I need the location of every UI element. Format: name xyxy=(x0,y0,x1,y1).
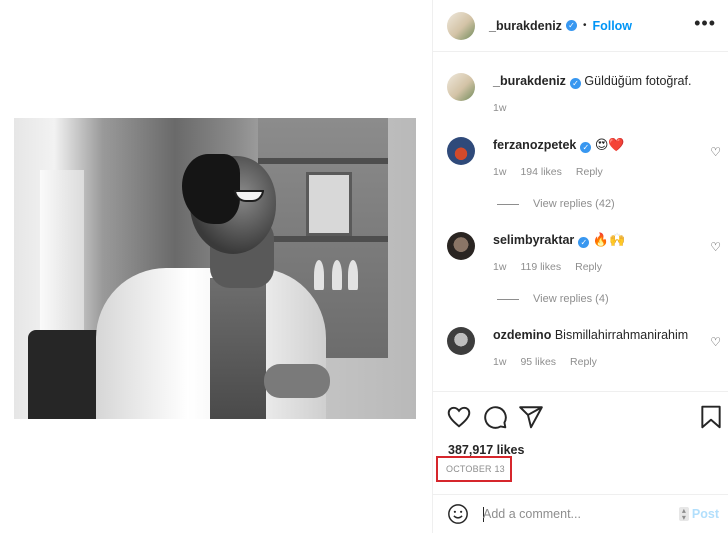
view-replies-label[interactable]: View replies (42) xyxy=(533,198,615,210)
photo-hand xyxy=(264,364,330,398)
comment-text: Bismillahirrahmanirahim xyxy=(554,328,689,342)
verified-badge-icon: ✓ xyxy=(578,237,590,248)
comment-username[interactable]: ozdemino xyxy=(493,328,551,342)
comments-list[interactable]: _burakdeniz ✓ Güldüğüm fotoğraf. 1w ferza… xyxy=(433,53,728,391)
author-username[interactable]: _burakdeniz xyxy=(489,19,562,33)
comment-text: 🔥🙌 xyxy=(592,232,626,247)
post-header: _burakdeniz ✓ • Follow ••• xyxy=(433,0,728,52)
verified-badge-icon: ✓ xyxy=(565,20,577,31)
verified-badge-icon: ✓ xyxy=(569,78,581,89)
comment-likes[interactable]: 95 likes xyxy=(520,356,556,368)
replies-divider xyxy=(497,203,519,205)
post-comment-label[interactable]: Post xyxy=(692,507,719,521)
caption-username[interactable]: _burakdeniz xyxy=(493,74,566,88)
commenter-avatar[interactable] xyxy=(447,327,475,355)
smiley-icon[interactable] xyxy=(447,503,469,525)
comment-input[interactable] xyxy=(483,504,663,524)
bookmark-icon[interactable] xyxy=(698,404,724,430)
comment-heart-icon[interactable]: ♡ xyxy=(710,335,721,349)
likes-count[interactable]: 387,917 likes xyxy=(448,443,524,457)
reply-button[interactable]: Reply xyxy=(570,356,597,368)
comment-heart-icon[interactable]: ♡ xyxy=(710,240,721,254)
post-comment-button[interactable]: ▴ ▾ Post xyxy=(678,507,719,522)
comment-likes[interactable]: 119 likes xyxy=(520,261,561,273)
photo-chest xyxy=(210,278,266,419)
caption-time[interactable]: 1w xyxy=(493,102,506,114)
verified-badge-icon: ✓ xyxy=(580,142,592,153)
input-toggle-icon: ▴ ▾ xyxy=(678,507,689,522)
comment-icon[interactable] xyxy=(482,404,508,430)
comment-likes[interactable]: 194 likes xyxy=(520,166,561,178)
reply-button[interactable]: Reply xyxy=(576,166,603,178)
comment-time[interactable]: 1w xyxy=(493,166,506,178)
comment-heart-icon[interactable]: ♡ xyxy=(710,145,721,159)
comment-username[interactable]: selimbyraktar xyxy=(493,233,574,247)
paper-plane-icon[interactable] xyxy=(518,404,544,430)
add-comment-bar: ▴▾ Post xyxy=(433,494,728,533)
commenter-avatar[interactable] xyxy=(447,137,475,165)
caption-text: Güldüğüm fotoğraf. xyxy=(584,74,692,88)
comment-text: 😍❤️ xyxy=(594,137,625,152)
follow-button[interactable]: Follow xyxy=(592,19,632,33)
post-media xyxy=(0,0,432,533)
post-date[interactable]: OCTOBER 13 xyxy=(436,456,512,482)
post-photo[interactable] xyxy=(14,118,416,419)
post-side-panel: _burakdeniz ✓ • Follow ••• _burakdeniz ✓ … xyxy=(432,0,728,533)
author-avatar[interactable] xyxy=(447,73,475,101)
comment-username[interactable]: ferzanozpetek xyxy=(493,138,576,152)
post-actions xyxy=(433,391,728,441)
view-replies-label[interactable]: View replies (4) xyxy=(533,293,609,305)
comment-time[interactable]: 1w xyxy=(493,261,506,273)
view-replies[interactable]: View replies (42) xyxy=(497,198,615,210)
commenter-avatar[interactable] xyxy=(447,232,475,260)
comment-time[interactable]: 1w xyxy=(493,356,506,368)
author-avatar[interactable] xyxy=(447,11,475,40)
reply-button[interactable]: Reply xyxy=(575,261,602,273)
view-replies[interactable]: View replies (4) xyxy=(497,293,609,305)
separator-dot: • xyxy=(582,20,587,31)
photo-chair xyxy=(28,330,106,419)
heart-icon[interactable] xyxy=(446,404,472,430)
replies-divider xyxy=(497,298,519,300)
more-options-icon[interactable]: ••• xyxy=(694,14,716,32)
